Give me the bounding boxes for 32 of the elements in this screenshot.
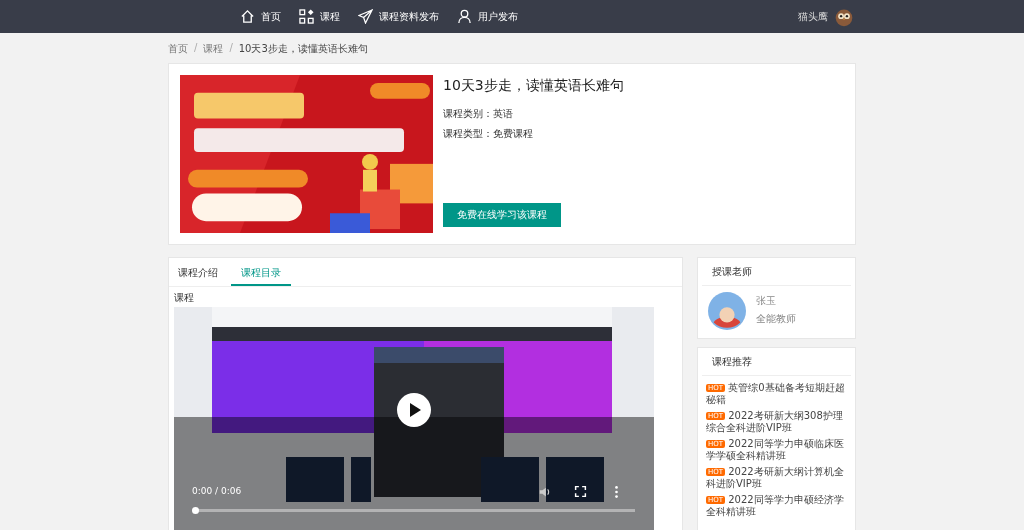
fullscreen-icon[interactable] xyxy=(574,485,587,498)
course-meta: 课程类型：免费课程 xyxy=(443,127,534,141)
volume-icon[interactable] xyxy=(538,485,552,499)
nav-link[interactable]: 课程 xyxy=(299,9,340,24)
home-icon xyxy=(240,9,255,24)
nav-link[interactable]: 首页 xyxy=(240,9,281,24)
start-course-button[interactable]: 免费在线学习该课程 xyxy=(443,203,561,227)
nav-link[interactable]: 课程资料发布 xyxy=(358,9,439,24)
paper-plane-icon xyxy=(358,9,373,24)
video-player[interactable]: 0:00 / 0:06 xyxy=(174,307,654,530)
tab[interactable]: 课程目录 xyxy=(231,258,291,286)
course-meta: 课程类别：英语 xyxy=(443,107,514,121)
breadcrumb-link[interactable]: 课程 xyxy=(203,42,224,56)
user-icon xyxy=(457,9,472,24)
grid-icon xyxy=(299,9,314,24)
teacher-name: 张玉 xyxy=(756,294,777,308)
nav-link[interactable]: 用户发布 xyxy=(457,9,518,24)
course-title: 10天3步走，读懂英语长难句 xyxy=(443,77,624,95)
card-heading: 课程推荐 xyxy=(702,348,851,376)
breadcrumb-separator: / xyxy=(229,42,233,55)
breadcrumb-link[interactable]: 首页 xyxy=(168,42,188,56)
teacher-role: 全能教师 xyxy=(756,312,796,326)
video-time: 0:00 / 0:06 xyxy=(192,486,242,496)
play-icon[interactable] xyxy=(397,393,431,427)
tab[interactable]: 课程介绍 xyxy=(171,258,225,286)
user-name[interactable]: 猫头鹰 xyxy=(798,9,828,24)
section-title: 课程 xyxy=(173,291,195,305)
avatar-icon xyxy=(708,292,746,330)
breadcrumb-separator: / xyxy=(194,42,198,55)
breadcrumb-link[interactable]: 10天3步走，读懂英语长难句 xyxy=(238,42,368,56)
card-heading: 授课老师 xyxy=(702,258,851,286)
more-icon[interactable] xyxy=(614,485,619,499)
